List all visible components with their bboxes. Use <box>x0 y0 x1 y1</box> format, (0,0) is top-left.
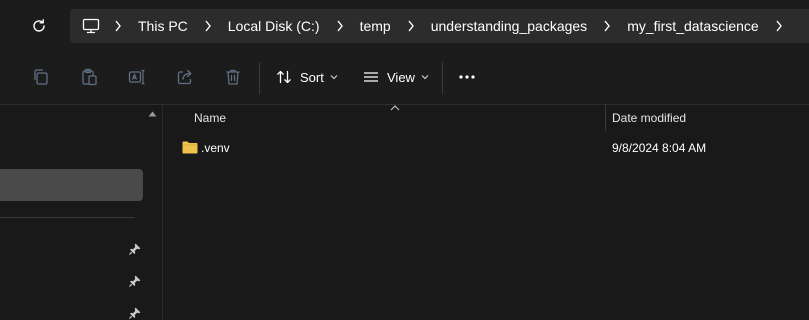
chevron-down-icon <box>330 75 338 80</box>
more-options-icon[interactable] <box>457 67 477 87</box>
chevron-right-icon[interactable] <box>334 20 346 32</box>
nav-divider <box>0 217 135 218</box>
scroll-up-arrow-icon[interactable] <box>148 111 157 117</box>
sort-label: Sort <box>300 69 324 85</box>
file-name[interactable]: .venv <box>201 135 230 161</box>
file-explorer-window: This PC Local Disk (C:) temp understandi… <box>0 0 809 320</box>
sort-icon <box>277 70 291 84</box>
file-list[interactable]: Name Date modified .venv 9/8/2024 8:04 A… <box>163 105 809 320</box>
breadcrumb-item-understanding-packages[interactable]: understanding_packages <box>431 18 587 34</box>
toolbar-divider <box>259 62 260 94</box>
share-icon[interactable] <box>175 67 195 87</box>
rename-icon[interactable] <box>127 67 147 87</box>
address-bar[interactable]: This PC Local Disk (C:) temp understandi… <box>70 9 809 43</box>
view-list-icon <box>364 72 378 82</box>
this-pc-icon[interactable] <box>82 17 100 35</box>
column-header-name[interactable]: Name <box>194 105 226 131</box>
pin-icon[interactable] <box>128 274 142 288</box>
file-row[interactable]: .venv 9/8/2024 8:04 AM <box>163 135 809 161</box>
pin-icon[interactable] <box>128 306 142 320</box>
breadcrumb-item-local-disk[interactable]: Local Disk (C:) <box>228 18 320 34</box>
sort-ascending-icon <box>390 105 400 111</box>
chevron-right-icon[interactable] <box>202 20 214 32</box>
column-header-date-modified[interactable]: Date modified <box>612 105 686 131</box>
chevron-right-icon[interactable] <box>405 20 417 32</box>
paste-icon[interactable] <box>79 67 99 87</box>
copy-icon[interactable] <box>31 67 51 87</box>
column-divider[interactable] <box>605 105 606 131</box>
refresh-button[interactable] <box>26 13 52 39</box>
chevron-right-icon[interactable] <box>112 20 124 32</box>
navigation-pane[interactable] <box>0 105 163 320</box>
view-button[interactable]: View <box>363 64 437 90</box>
folder-icon <box>182 141 198 154</box>
refresh-icon <box>33 19 45 32</box>
toolbar-divider <box>442 62 443 94</box>
breadcrumb-item-this-pc[interactable]: This PC <box>138 18 188 34</box>
nav-item-selected[interactable] <box>0 169 143 201</box>
chevron-down-icon <box>421 75 429 80</box>
address-bar-row: This PC Local Disk (C:) temp understandi… <box>0 0 809 52</box>
breadcrumb: This PC Local Disk (C:) temp understandi… <box>112 9 799 43</box>
chevron-right-icon[interactable] <box>773 20 785 32</box>
sort-button[interactable]: Sort <box>276 64 346 90</box>
file-date-modified: 9/8/2024 8:04 AM <box>612 141 707 155</box>
chevron-right-icon[interactable] <box>601 20 613 32</box>
breadcrumb-item-temp[interactable]: temp <box>360 18 391 34</box>
breadcrumb-item-my-first-datascience[interactable]: my_first_datascience <box>627 18 759 34</box>
view-label: View <box>387 69 415 85</box>
delete-icon[interactable] <box>223 67 243 87</box>
command-bar: Sort View <box>0 52 809 105</box>
pin-icon[interactable] <box>128 242 142 256</box>
